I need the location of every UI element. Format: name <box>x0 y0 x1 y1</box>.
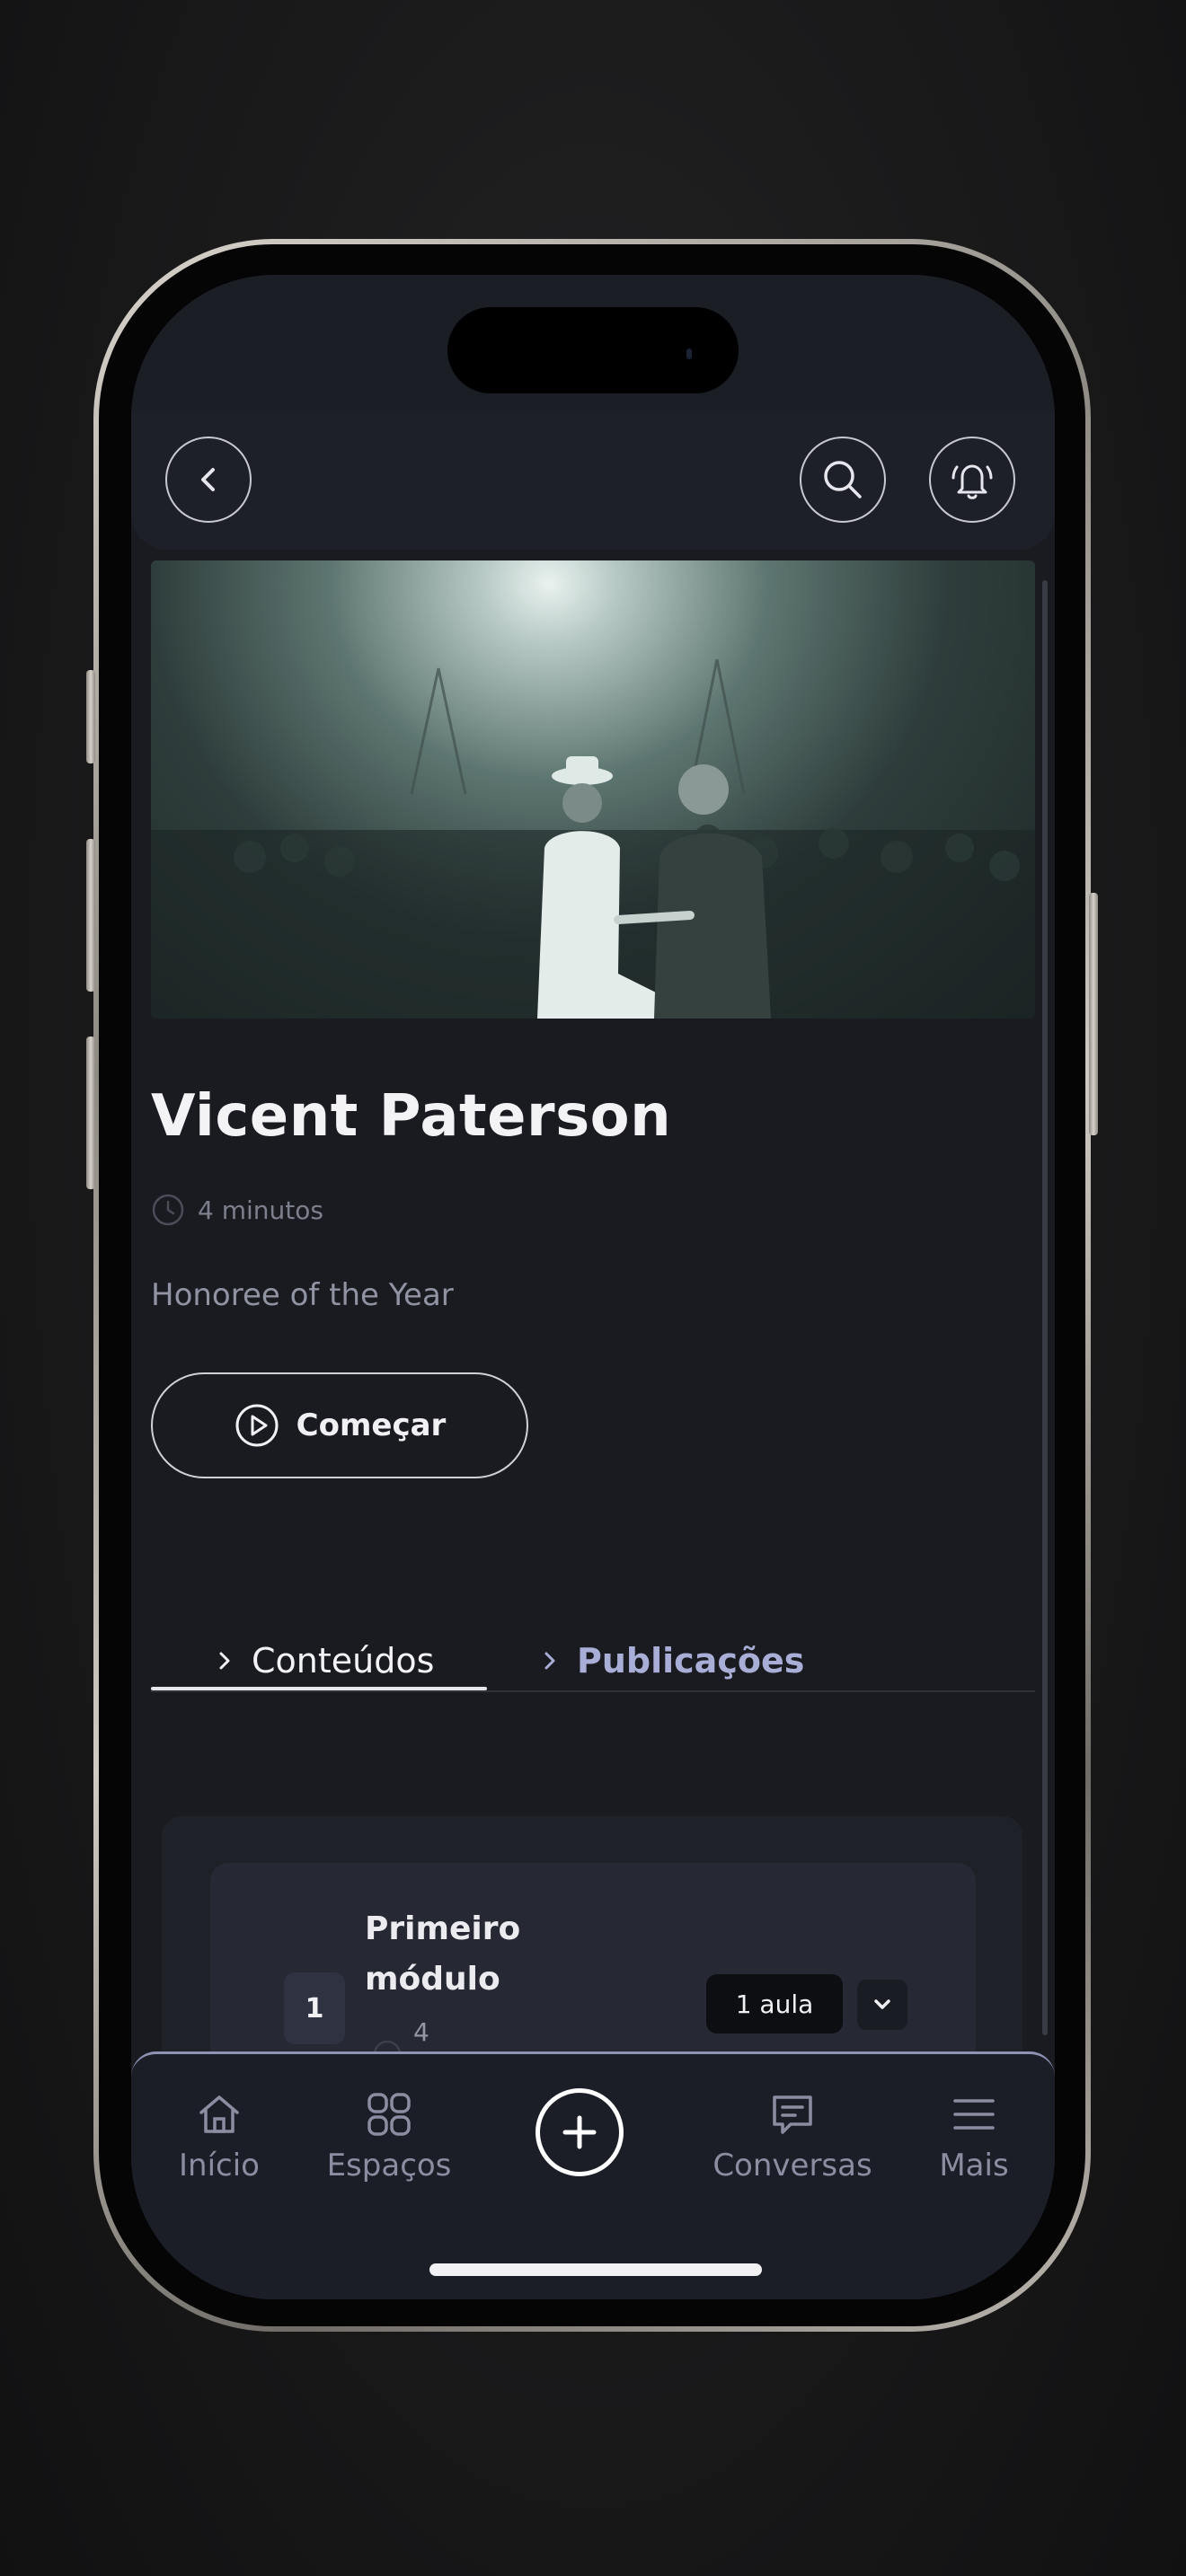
search-icon <box>824 461 862 498</box>
page-title: Vicent Paterson <box>151 1083 672 1150</box>
expand-module-button[interactable] <box>857 1980 907 2030</box>
hero-image <box>151 560 1035 1019</box>
top-header <box>131 411 1055 550</box>
create-button[interactable] <box>535 2088 624 2176</box>
lessons-badge: 1 aula <box>706 1974 843 2033</box>
module-number: 1 <box>284 1972 345 2044</box>
notifications-button[interactable] <box>929 437 1015 523</box>
scrollbar[interactable] <box>1042 580 1048 2035</box>
tab-publications-label: Publicações <box>577 1641 805 1681</box>
bottom-navigation: Início Espaços Conversas Mais <box>131 2051 1055 2299</box>
home-indicator[interactable] <box>429 2263 762 2276</box>
grid-icon <box>367 2093 411 2136</box>
duration-text: 4 minutos <box>198 1195 323 1225</box>
chevron-right-icon <box>219 1652 230 1670</box>
plus-circle-icon <box>562 2115 597 2149</box>
start-button-label: Começar <box>296 1407 447 1443</box>
volume-up-button <box>86 839 95 992</box>
chevron-left-icon <box>201 468 215 491</box>
tab-bar: Conteúdos Publicações <box>151 1631 1035 1692</box>
play-circle-icon <box>235 1404 279 1447</box>
menu-icon <box>953 2099 995 2130</box>
chat-icon <box>773 2095 812 2134</box>
chevron-down-icon <box>874 1999 890 2009</box>
chevron-right-icon <box>544 1652 555 1670</box>
nav-more-label: Mais <box>939 2148 1009 2183</box>
dynamic-island <box>447 307 739 393</box>
bell-ringing-icon <box>951 464 993 499</box>
nav-home-label: Início <box>179 2148 260 2183</box>
tab-contents[interactable]: Conteúdos <box>217 1631 434 1690</box>
nav-spaces-label: Espaços <box>326 2148 452 2183</box>
active-tab-indicator <box>151 1687 487 1690</box>
back-button[interactable] <box>165 437 252 523</box>
nav-conversations-label: Conversas <box>712 2148 872 2183</box>
module-title: Primeiro módulo <box>365 1910 521 1998</box>
nav-home[interactable]: Início <box>174 2088 264 2183</box>
tab-contents-label: Conteúdos <box>252 1641 435 1681</box>
home-icon <box>199 2095 239 2133</box>
clock-icon <box>152 1194 184 1226</box>
nav-more[interactable]: Mais <box>929 2088 1019 2183</box>
search-button[interactable] <box>800 437 886 523</box>
tab-publications[interactable]: Publicações <box>543 1631 804 1690</box>
module-count: 4 <box>413 2017 429 2047</box>
app-screen: Vicent Paterson 4 minutos Honoree of the… <box>131 275 1055 2299</box>
duration-row: 4 minutos <box>151 1193 323 1227</box>
nav-conversations[interactable]: Conversas <box>703 2088 882 2183</box>
hero-photo <box>151 658 1035 1019</box>
subtitle: Honoree of the Year <box>151 1277 454 1313</box>
camera-indicator <box>686 348 692 359</box>
volume-down-button <box>86 1037 95 1189</box>
nav-spaces[interactable]: Espaços <box>322 2088 456 2183</box>
power-button <box>1089 893 1098 1135</box>
start-button[interactable]: Começar <box>151 1372 528 1478</box>
action-button <box>86 670 95 763</box>
